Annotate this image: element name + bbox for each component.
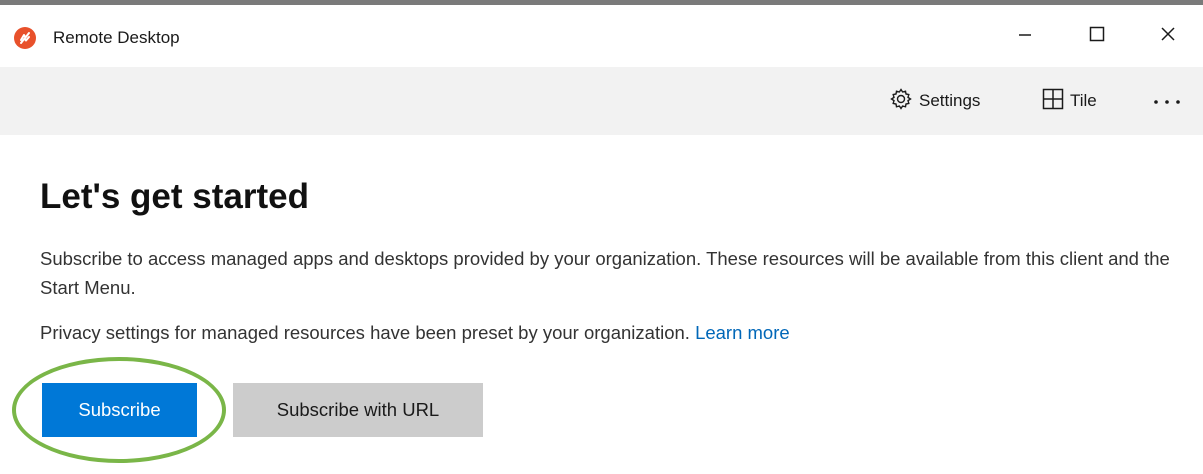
gear-icon bbox=[889, 87, 919, 116]
window-title: Remote Desktop bbox=[53, 28, 180, 47]
main-content: Let's get started Subscribe to access ma… bbox=[0, 135, 1203, 474]
remote-desktop-app-icon bbox=[14, 27, 36, 49]
page-title: Let's get started bbox=[40, 177, 309, 216]
close-icon bbox=[1160, 26, 1176, 47]
settings-label: Settings bbox=[919, 91, 981, 110]
minimize-icon bbox=[1018, 27, 1032, 46]
settings-button[interactable]: Settings bbox=[889, 87, 980, 115]
maximize-icon bbox=[1089, 26, 1105, 47]
tile-label: Tile bbox=[1070, 91, 1097, 110]
close-button[interactable] bbox=[1133, 5, 1203, 67]
maximize-button[interactable] bbox=[1062, 5, 1132, 67]
subscribe-button[interactable]: Subscribe bbox=[42, 383, 197, 437]
tile-view-button[interactable]: Tile bbox=[1042, 87, 1097, 115]
more-options-button[interactable] bbox=[1152, 87, 1188, 115]
minimize-button[interactable] bbox=[990, 5, 1060, 67]
more-icon bbox=[1152, 91, 1188, 111]
privacy-text: Privacy settings for managed resources h… bbox=[40, 322, 690, 343]
subscribe-description: Subscribe to access managed apps and des… bbox=[40, 248, 1170, 298]
toolbar: Settings Tile bbox=[0, 67, 1203, 135]
subscribe-with-url-button[interactable]: Subscribe with URL bbox=[233, 383, 483, 437]
privacy-notice: Privacy settings for managed resources h… bbox=[40, 320, 790, 346]
learn-more-link[interactable]: Learn more bbox=[695, 322, 790, 343]
grid-icon bbox=[1042, 88, 1070, 115]
